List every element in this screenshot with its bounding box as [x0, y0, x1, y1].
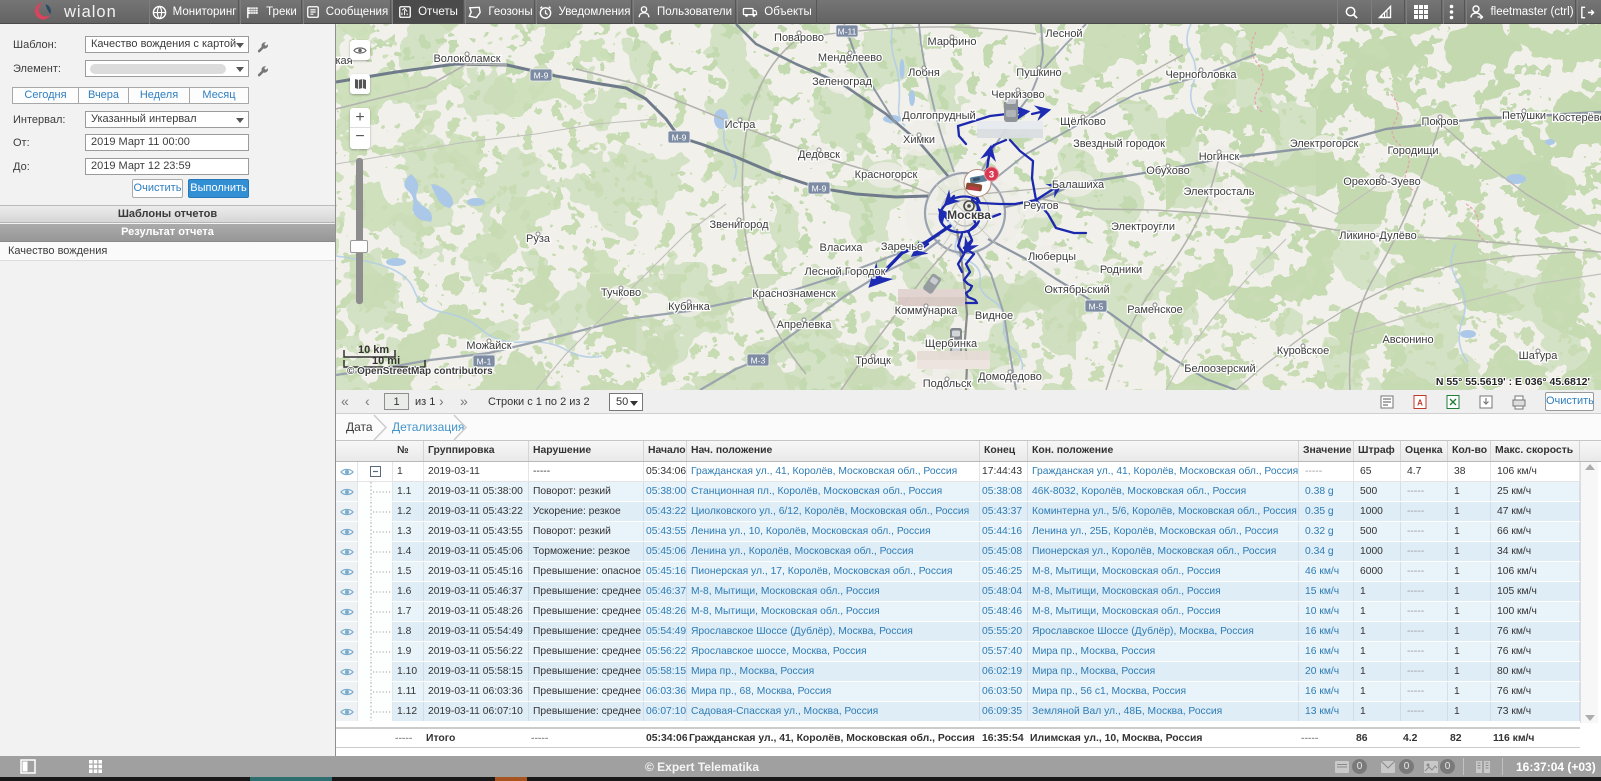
svg-text:Красногорск: Красногорск [855, 169, 918, 181]
svg-text:М-1: М-1 [477, 357, 492, 367]
svg-text:М-3: М-3 [751, 356, 766, 366]
svg-text:Октябрьский: Октябрьский [1044, 284, 1109, 296]
svg-text:Лесной: Лесной [1045, 28, 1082, 40]
svg-text:Балашиха: Балашиха [1052, 179, 1105, 191]
svg-text:Белоозерский: Белоозерский [1184, 363, 1255, 375]
svg-text:Власиха: Власиха [819, 242, 863, 254]
svg-text:Люберцы: Люберцы [1028, 251, 1076, 263]
svg-text:Городищи: Городищи [1387, 145, 1438, 157]
svg-text:Электрогорск: Электрогорск [1290, 138, 1359, 150]
svg-text:М-5: М-5 [1089, 302, 1104, 312]
svg-text:М-9: М-9 [672, 133, 687, 143]
svg-text:Авсюнино: Авсюнино [1382, 334, 1433, 346]
svg-text:Долгопрудный: Долгопрудный [902, 110, 975, 122]
svg-text:Щербинка: Щербинка [925, 338, 978, 350]
svg-text:3: 3 [989, 169, 994, 180]
svg-text:Родники: Родники [1100, 264, 1142, 276]
svg-text:Костерёво: Костерёво [1552, 112, 1601, 124]
svg-text:Звездный городок: Звездный городок [1073, 138, 1165, 150]
svg-text:Зеленоград: Зеленоград [812, 76, 872, 88]
svg-text:Электроугли: Электроугли [1111, 221, 1175, 233]
svg-text:Видное: Видное [975, 310, 1013, 322]
svg-text:Электросталь: Электросталь [1184, 186, 1255, 198]
svg-text:Москва: Москва [947, 208, 991, 222]
svg-text:Краснознаменск: Краснознаменск [752, 288, 836, 300]
svg-text:A: A [1417, 399, 1423, 408]
svg-text:М-11: М-11 [838, 27, 857, 37]
svg-text:Лесной Городок: Лесной Городок [805, 266, 886, 278]
svg-text:Реутов: Реутов [1023, 200, 1058, 212]
svg-text:Ликино-Дулёво: Ликино-Дулёво [1339, 230, 1417, 242]
svg-text:Заречье: Заречье [881, 241, 923, 253]
svg-text:М-9: М-9 [534, 71, 549, 81]
svg-text:N 55° 55.5619' : E 036° 45.681: N 55° 55.5619' : E 036° 45.6812' [1436, 376, 1590, 388]
svg-text:© OpenStreetMap contributors: © OpenStreetMap contributors [347, 366, 493, 377]
svg-text:М-9: М-9 [812, 184, 827, 194]
